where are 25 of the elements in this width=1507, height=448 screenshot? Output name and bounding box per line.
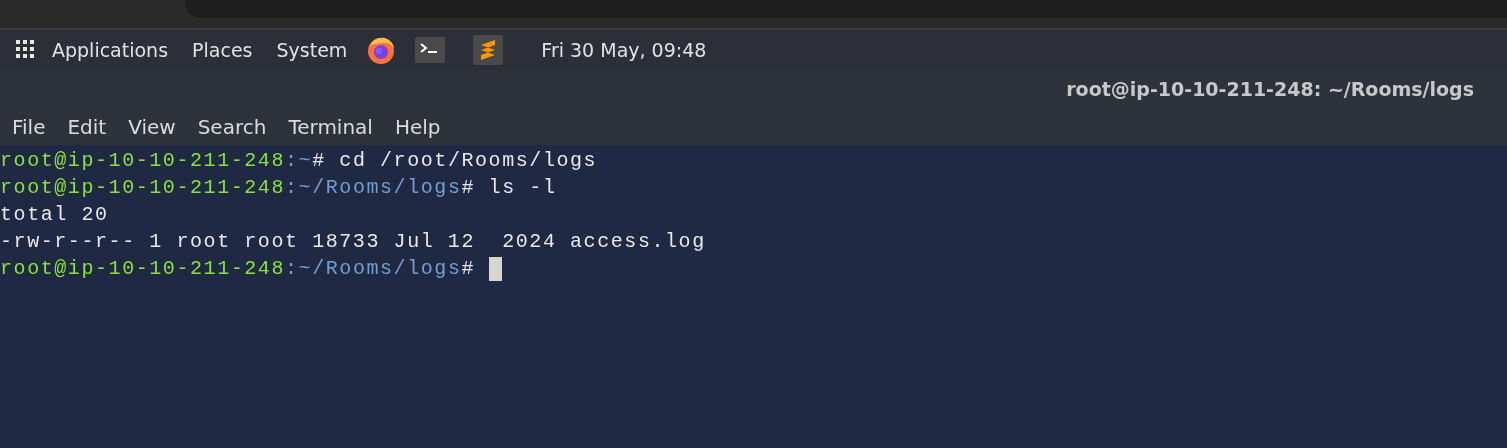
prompt-user: root@ip-10-10-211-248: [0, 148, 285, 174]
clock[interactable]: Fri 30 May, 09:48: [541, 39, 707, 61]
terminal-text: #: [461, 256, 477, 282]
menu-item[interactable]: Help: [394, 114, 441, 139]
panel-menu[interactable]: System: [276, 39, 348, 61]
app-grid-icon[interactable]: [16, 40, 36, 60]
terminal-icon[interactable]: [415, 37, 446, 63]
prompt-path: :~/Rooms/logs: [285, 175, 462, 201]
sublime-icon[interactable]: [473, 35, 504, 65]
panel-menu[interactable]: Places: [192, 39, 253, 61]
menu-item[interactable]: Terminal: [288, 114, 373, 139]
window-title: root@ip-10-10-211-248: ~/Rooms/logs: [1066, 78, 1474, 100]
menu-item[interactable]: File: [12, 114, 46, 139]
prompt-user: root@ip-10-10-211-248: [0, 256, 285, 282]
menu-item[interactable]: View: [128, 114, 176, 139]
terminal-text: # ls -l: [461, 175, 557, 201]
menu-item[interactable]: Edit: [67, 114, 107, 139]
prompt-path: :~: [285, 148, 313, 174]
prompt-path: :~/Rooms/logs: [285, 256, 462, 282]
panel-menu[interactable]: Applications: [52, 39, 169, 61]
terminal-text: -rw-r--r-- 1 root root 18733 Jul 12 2024 access.log: [0, 229, 706, 255]
menu-item[interactable]: Search: [197, 114, 267, 139]
terminal-text: total 20: [0, 202, 109, 228]
prompt-user: root@ip-10-10-211-248: [0, 175, 285, 201]
terminal-text: # cd /root/Rooms/logs: [312, 148, 598, 174]
